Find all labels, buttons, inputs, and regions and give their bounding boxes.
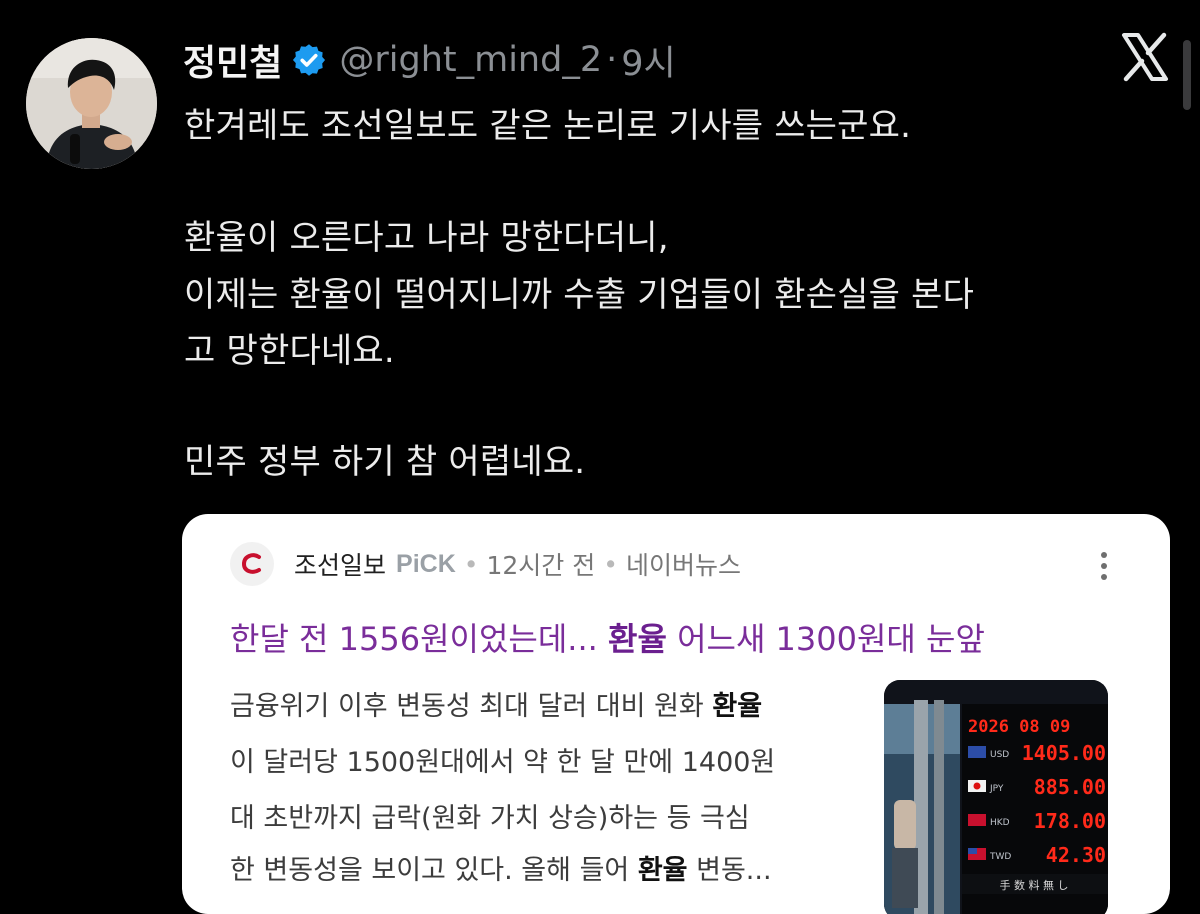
news-thumbnail[interactable]: 2026 08 09 USD 1405.00 JPY 885.00 HKD 17…: [884, 680, 1108, 914]
pick-badge: PiCK: [396, 549, 456, 578]
headline-keyword: 환율: [608, 620, 667, 658]
headline-text: 어느새 1300원대 눈앞: [666, 620, 985, 658]
snippet-line: 한 변동성을 보이고 있다. 올해 들어 환율 변동...: [230, 848, 772, 887]
exchange-rate-board-image: 2026 08 09 USD 1405.00 JPY 885.00 HKD 17…: [884, 680, 1108, 914]
tweet-text-line: 민주 정부 하기 참 어렵네요.: [184, 442, 586, 482]
handle[interactable]: @right_mind_2: [339, 40, 602, 80]
rate-value: 885.00: [1034, 775, 1106, 799]
rate-value: 178.00: [1034, 809, 1106, 833]
snippet-text: 이 달러당 1500원대에서 약 한 달 만에 1400원: [230, 747, 776, 778]
rate-value: 42.30: [1046, 843, 1106, 867]
tweet-text-line: 환율이 오른다고 나라 망한다더니,: [184, 218, 669, 258]
press-logo-icon: [230, 542, 274, 586]
rate-value: 1405.00: [1022, 741, 1106, 765]
profile-photo: [26, 38, 157, 169]
snippet-text: 한 변동성을 보이고 있다. 올해 들어: [230, 855, 638, 886]
separator-dot: •: [603, 549, 619, 579]
snippet-keyword: 환율: [712, 691, 763, 722]
tweet-text-line: 고 망한다네요.: [184, 331, 395, 371]
more-options-icon[interactable]: [1094, 544, 1114, 588]
snippet-line: 금융위기 이후 변동성 최대 달러 대비 원화 환율: [230, 684, 762, 723]
currency-code: TWD: [989, 852, 1011, 862]
press-name[interactable]: 조선일보: [294, 546, 386, 582]
scrollbar-thumb[interactable]: [1183, 40, 1191, 110]
snippet-text: 변동...: [687, 855, 772, 886]
x-logo-icon[interactable]: [1118, 30, 1172, 84]
snippet-line: 이 달러당 1500원대에서 약 한 달 만에 1400원: [230, 740, 775, 779]
news-headline[interactable]: 한달 전 1556원이었는데... 환율 어느새 1300원대 눈앞: [230, 614, 985, 660]
time-ago: 12시간 전: [486, 551, 596, 580]
news-card-header: 조선일보 PiCK • 12시간 전 • 네이버뉴스: [230, 542, 741, 586]
board-date: 2026 08 09: [968, 717, 1070, 737]
snippet-keyword: 환율: [637, 855, 688, 886]
timestamp[interactable]: 9시: [621, 35, 675, 86]
headline-text: 한달 전 1556원이었는데...: [230, 620, 608, 658]
snippet-line: 대 초반까지 급락(원화 가치 상승)하는 등 극심: [230, 796, 750, 835]
separator-dot: ·: [606, 40, 618, 80]
currency-code: JPY: [989, 784, 1004, 794]
tweet-text-line: 한겨레도 조선일보도 같은 논리로 기사를 쓰는군요.: [184, 106, 912, 146]
snippet-text: 대 초반까지 급락(원화 가치 상승)하는 등 극심: [230, 803, 750, 834]
tweet-text-line: 이제는 환율이 떨어지니까 수출 기업들이 환손실을 본다: [184, 275, 975, 315]
separator-dot: •: [463, 549, 479, 579]
news-card[interactable]: 조선일보 PiCK • 12시간 전 • 네이버뉴스 한달 전 1556원이었는…: [182, 514, 1170, 914]
display-name[interactable]: 정민철: [183, 34, 282, 86]
board-footer: 手 数 料 無 し: [1000, 878, 1069, 892]
tweet-header: 정민철 @right_mind_2 · 9시: [183, 30, 676, 90]
avatar[interactable]: [26, 38, 157, 169]
source-label[interactable]: 네이버뉴스: [626, 546, 741, 582]
verified-badge-icon: [291, 42, 327, 78]
snippet-text: 금융위기 이후 변동성 최대 달러 대비 원화: [230, 691, 713, 722]
currency-code: USD: [990, 750, 1009, 760]
currency-code: HKD: [990, 818, 1010, 828]
